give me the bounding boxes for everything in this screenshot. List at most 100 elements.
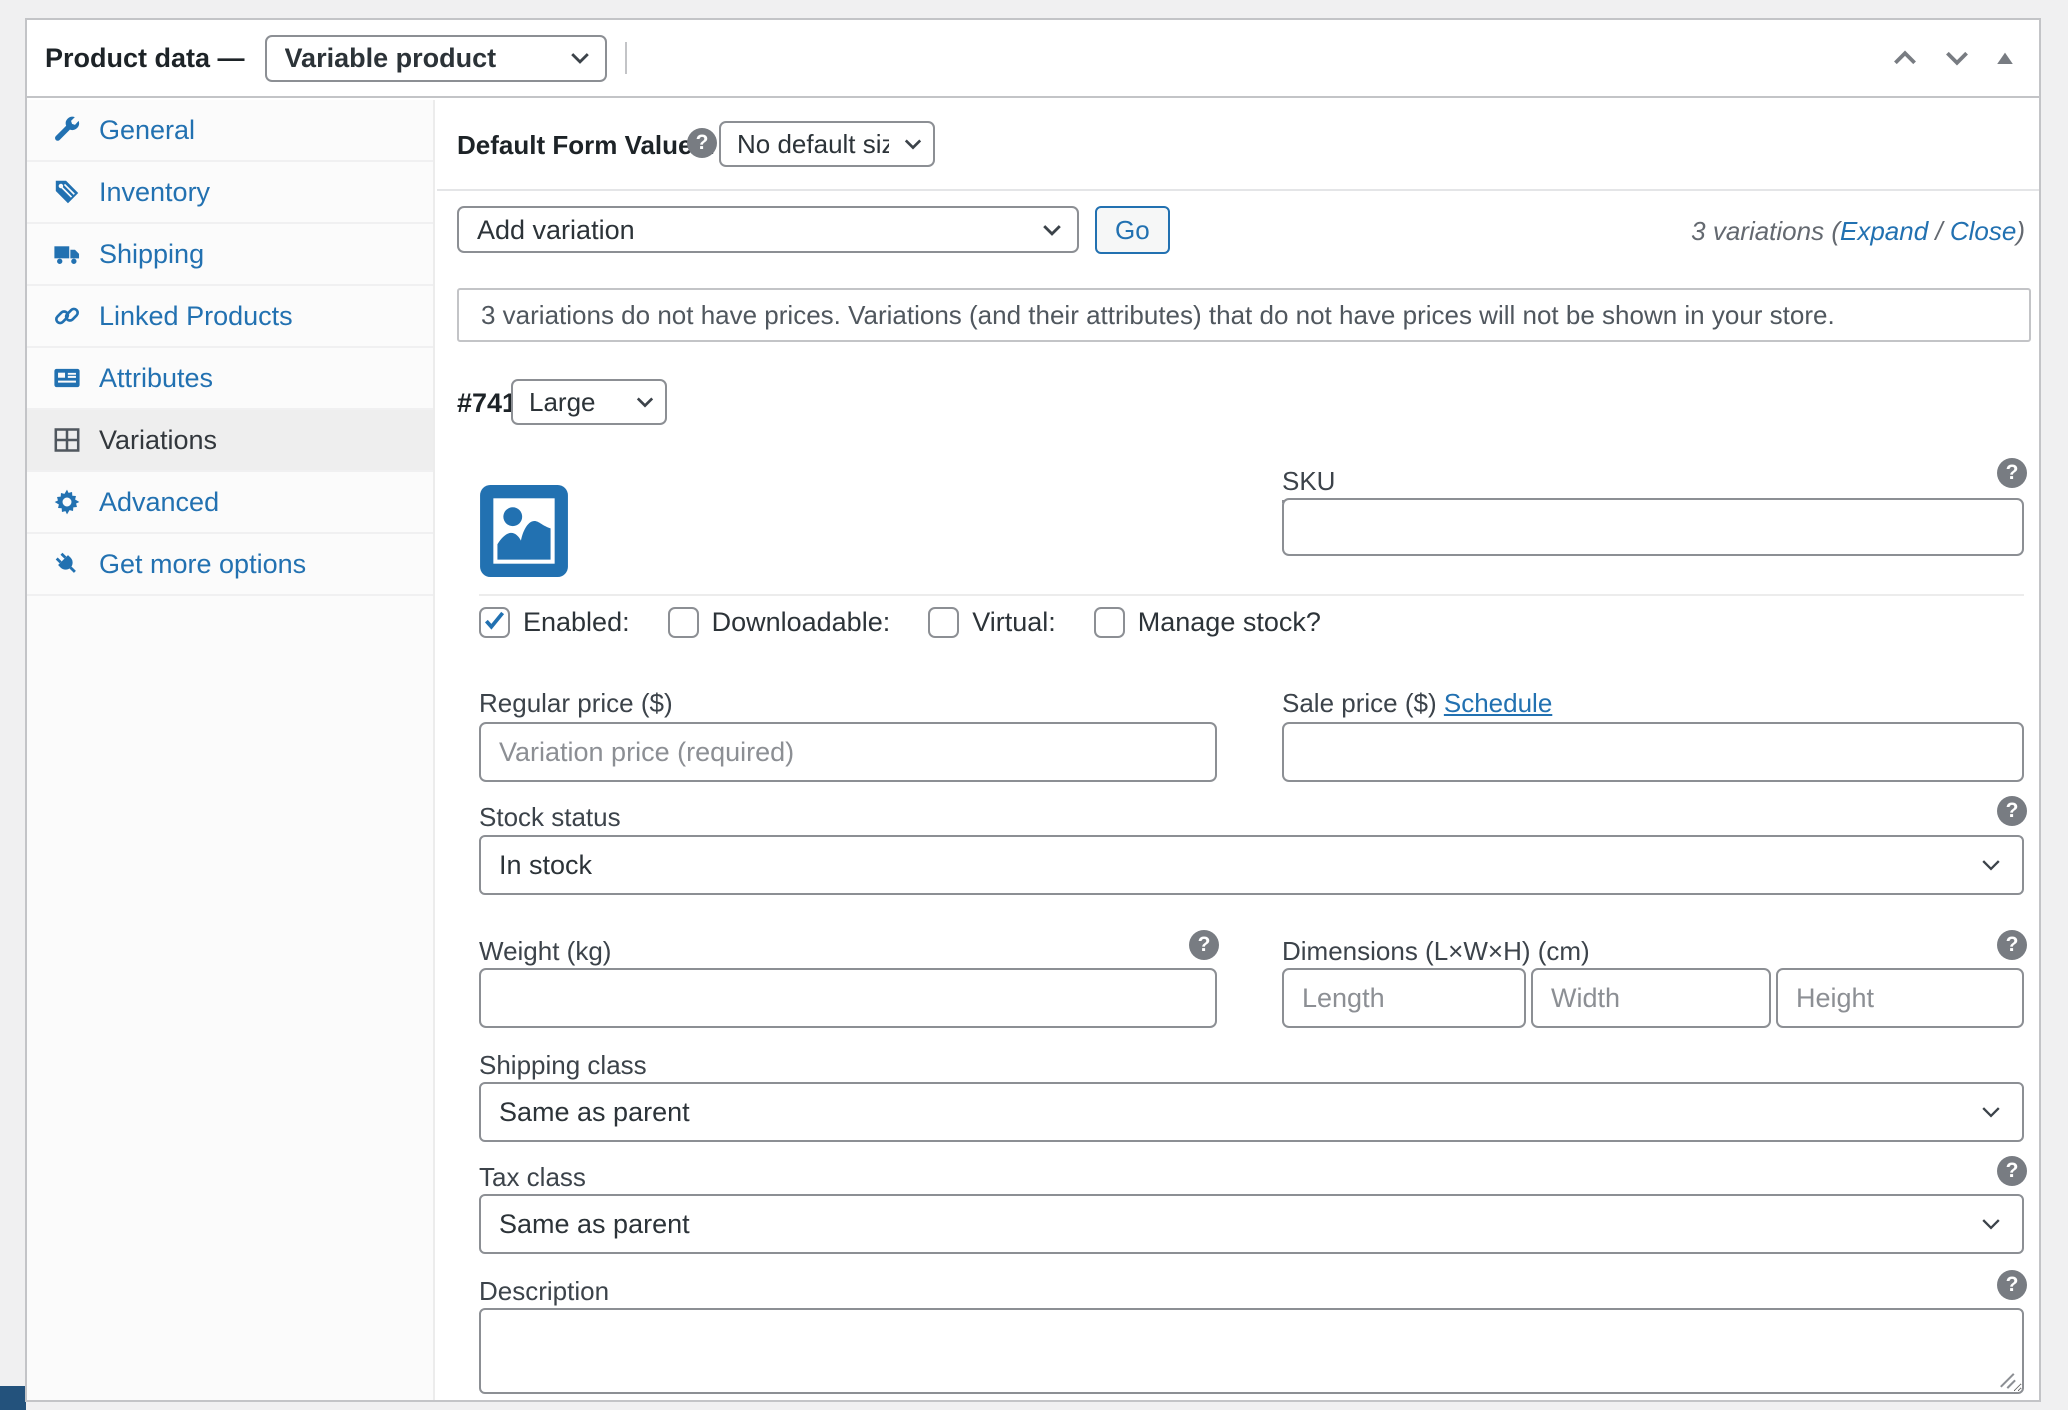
sale-price-label-text: Sale price ($) (1282, 688, 1437, 718)
downloadable-checkbox[interactable] (668, 607, 699, 638)
add-variation-select[interactable]: Add variation (457, 206, 1079, 253)
variation-flags-row: Enabled: Downloadable: Virtual: Manage s… (479, 605, 1321, 639)
move-up-icon[interactable] (1889, 42, 1921, 74)
shipping-class-label: Shipping class (479, 1050, 647, 1081)
default-form-values-select-control[interactable]: No default size... (719, 121, 935, 167)
check-icon (482, 608, 507, 633)
variations-panel: Default Form Values: ? No default size..… (437, 100, 2039, 1400)
manage-stock-label[interactable]: Manage stock? (1138, 607, 1321, 638)
sidebar-item-label: Inventory (99, 177, 210, 208)
variations-toolbar: Default Form Values: ? No default size..… (437, 100, 2039, 191)
dimensions-label: Dimensions (L×W×H) (cm) (1282, 936, 1590, 967)
grid-icon (53, 426, 81, 454)
virtual-label[interactable]: Virtual: (972, 607, 1056, 638)
index-card-icon (53, 364, 81, 392)
sale-price-label: Sale price ($) Schedule (1282, 688, 1552, 719)
add-variation-select-control[interactable]: Add variation (457, 206, 1079, 253)
sidebar-item-label: Get more options (99, 549, 306, 580)
stock-status-select[interactable]: In stock (479, 835, 2024, 895)
tax-class-label: Tax class (479, 1162, 586, 1193)
shipping-class-select[interactable]: Same as parent (479, 1082, 2024, 1142)
sidebar-item-inventory[interactable]: Inventory (27, 162, 433, 224)
sidebar-item-attributes[interactable]: Attributes (27, 348, 433, 410)
tax-class-select[interactable]: Same as parent (479, 1194, 2024, 1254)
sidebar-item-label: Shipping (99, 239, 204, 270)
variation-size-select[interactable]: Large (511, 379, 667, 425)
sku-input[interactable] (1282, 498, 2024, 556)
description-textarea[interactable] (479, 1308, 2024, 1394)
schedule-link[interactable]: Schedule (1444, 688, 1552, 718)
weight-input[interactable] (479, 968, 1217, 1028)
variations-summary: 3 variations (Expand / Close) (1691, 216, 2025, 247)
height-input[interactable] (1776, 968, 2024, 1028)
truck-icon (53, 240, 81, 268)
link-icon (53, 302, 81, 330)
stock-status-select-control[interactable]: In stock (479, 835, 2024, 895)
variation-size-select-control[interactable]: Large (511, 379, 667, 425)
enabled-checkbox-group: Enabled: (479, 607, 630, 638)
summary-separator: / (1928, 216, 1950, 246)
help-icon[interactable]: ? (687, 128, 717, 158)
help-icon[interactable]: ? (1189, 930, 1219, 960)
expand-link[interactable]: Expand (1840, 216, 1928, 246)
regular-price-input[interactable] (479, 722, 1217, 782)
summary-suffix: ) (2016, 216, 2025, 246)
downloadable-checkbox-group: Downloadable: (668, 607, 891, 638)
length-input[interactable] (1282, 968, 1526, 1028)
help-icon[interactable]: ? (1997, 1156, 2027, 1186)
product-data-panel: Product data — Variable product General … (25, 18, 2041, 1402)
help-icon[interactable]: ? (1997, 458, 2027, 488)
wrench-icon (53, 116, 81, 144)
move-down-icon[interactable] (1941, 42, 1973, 74)
tag-icon (53, 178, 81, 206)
help-icon[interactable]: ? (1997, 930, 2027, 960)
sidebar-item-label: Advanced (99, 487, 219, 518)
image-placeholder-icon (479, 484, 569, 578)
shipping-class-select-control[interactable]: Same as parent (479, 1082, 2024, 1142)
product-type-select[interactable]: Variable product (265, 35, 607, 82)
sidebar-item-linked-products[interactable]: Linked Products (27, 286, 433, 348)
sale-price-input[interactable] (1282, 722, 2024, 782)
admin-menu-corner (0, 1386, 26, 1410)
gear-icon (53, 488, 81, 516)
width-input[interactable] (1531, 968, 1771, 1028)
header-divider (625, 42, 627, 74)
section-divider (479, 594, 2024, 596)
close-link[interactable]: Close (1950, 216, 2016, 246)
default-form-values-select[interactable]: No default size... (719, 121, 935, 167)
no-prices-notice: 3 variations do not have prices. Variati… (457, 288, 2031, 342)
summary-prefix: 3 variations ( (1691, 216, 1840, 246)
sidebar-item-label: Variations (99, 425, 217, 456)
manage-stock-checkbox-group: Manage stock? (1094, 607, 1321, 638)
virtual-checkbox-group: Virtual: (928, 607, 1056, 638)
weight-label: Weight (kg) (479, 936, 611, 967)
sidebar-item-advanced[interactable]: Advanced (27, 472, 433, 534)
panel-handle-actions (1889, 20, 2017, 96)
description-label: Description (479, 1276, 609, 1307)
enabled-checkbox[interactable] (479, 607, 510, 638)
variation-image-placeholder-button[interactable] (479, 484, 569, 578)
sidebar-item-shipping[interactable]: Shipping (27, 224, 433, 286)
regular-price-label: Regular price ($) (479, 688, 673, 719)
product-type-select-control[interactable]: Variable product (265, 35, 607, 82)
default-form-values-label: Default Form Values: (457, 130, 716, 161)
virtual-checkbox[interactable] (928, 607, 959, 638)
help-icon[interactable]: ? (1997, 796, 2027, 826)
variation-id: #741 (457, 388, 517, 419)
toggle-panel-icon[interactable] (1993, 46, 2017, 70)
stock-status-label: Stock status (479, 802, 621, 833)
panel-title: Product data — (45, 43, 245, 74)
notice-text: 3 variations do not have prices. Variati… (481, 300, 1835, 331)
manage-stock-checkbox[interactable] (1094, 607, 1125, 638)
sidebar-item-general[interactable]: General (27, 100, 433, 162)
tax-class-select-control[interactable]: Same as parent (479, 1194, 2024, 1254)
go-button[interactable]: Go (1095, 206, 1170, 254)
help-icon[interactable]: ? (1997, 1270, 2027, 1300)
sidebar-item-label: Linked Products (99, 301, 293, 332)
sidebar-item-label: Attributes (99, 363, 213, 394)
product-data-tabs: General Inventory Shipping Linked Produc… (27, 100, 435, 1400)
sidebar-item-get-more-options[interactable]: Get more options (27, 534, 433, 596)
sidebar-item-variations[interactable]: Variations (27, 410, 433, 472)
downloadable-label[interactable]: Downloadable: (712, 607, 891, 638)
enabled-label[interactable]: Enabled: (523, 607, 630, 638)
